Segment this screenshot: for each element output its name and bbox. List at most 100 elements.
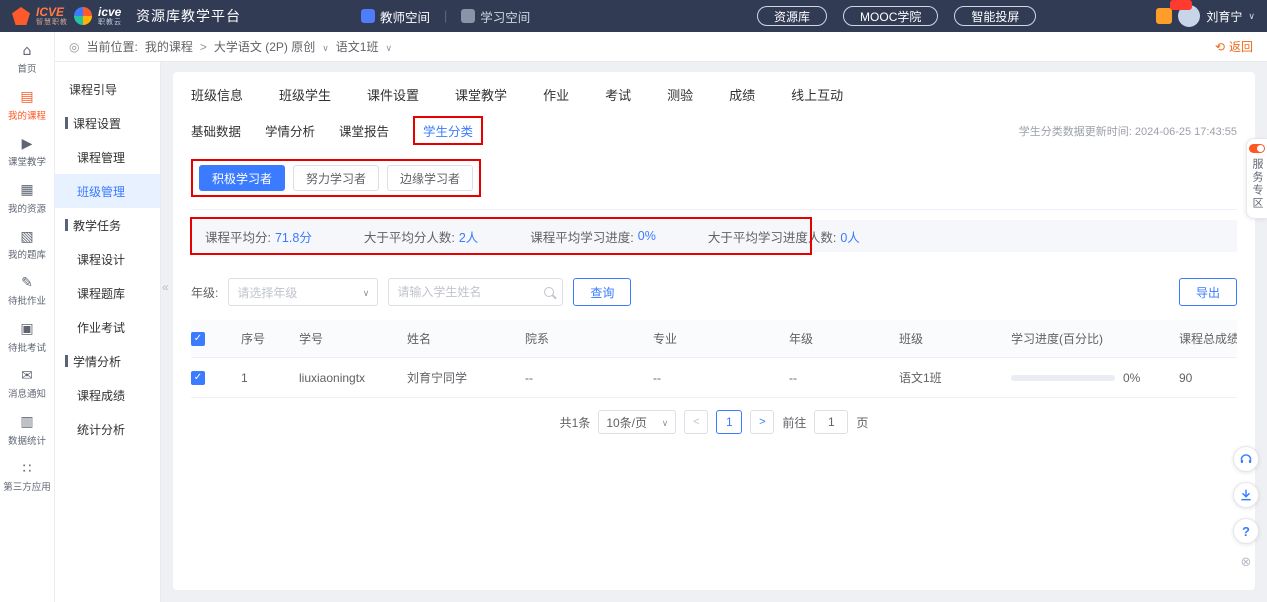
stat-above-progress-count: 大于平均学习进度人数: 0人: [708, 227, 860, 246]
column-header-name: 姓名: [407, 330, 525, 347]
avatar[interactable]: [1178, 5, 1200, 27]
column-header-student-no: 学号: [299, 330, 407, 347]
course-dropdown[interactable]: 大学语文 (2P) 原创: [214, 38, 315, 55]
tab-grades[interactable]: 成绩: [729, 85, 755, 104]
user-name: 刘育宁: [1206, 8, 1242, 25]
resource-library-button[interactable]: 资源库: [757, 6, 827, 26]
breadcrumb-my-courses[interactable]: 我的课程: [145, 38, 193, 55]
cell-seq: 1: [241, 371, 299, 385]
menu-section-learning-analysis: 学情分析: [55, 344, 160, 378]
row-checkbox[interactable]: [191, 371, 205, 385]
table-header-row: 序号 学号 姓名 院系 专业 年级 班级 学习进度(百分比) 课程总成绩: [191, 320, 1237, 358]
menu-section-course-settings: 课程设置: [55, 106, 160, 140]
logo[interactable]: ICVE 智慧职教 icve 职教云 资源库教学平台: [12, 6, 241, 27]
menu-item-statistical-analysis[interactable]: 统计分析: [55, 412, 160, 446]
select-all-checkbox[interactable]: [191, 332, 205, 346]
icon-sidebar: ⌂ 首页 ▤ 我的课程 ▶ 课堂教学 ▦ 我的资源 ▧ 我的题库 ✎ 待批作业 …: [0, 32, 55, 602]
back-button[interactable]: ⟲ 返回: [1215, 38, 1253, 55]
menu-item-homework-exam[interactable]: 作业考试: [55, 310, 160, 344]
teacher-space-label: 教师空间: [380, 7, 430, 26]
sidebar-label: 我的资源: [0, 201, 54, 215]
icve-logo-subtext: 智慧职教: [36, 19, 68, 27]
category-active-learners[interactable]: 积极学习者: [199, 165, 285, 191]
header-checkbox-cell: [191, 332, 241, 346]
stats-bar: 课程平均分: 71.8分 大于平均分人数: 2人 课程平均学习进度: 0%: [191, 220, 1237, 252]
sidebar-item-my-resources[interactable]: ▦ 我的资源: [0, 175, 54, 221]
menu-sidebar: 课程引导 课程设置 课程管理 班级管理 教学任务 课程设计 课程题库 作业考试 …: [55, 62, 161, 602]
menu-item-course-grades[interactable]: 课程成绩: [55, 378, 160, 412]
icve-logo-textblock: ICVE 智慧职教: [36, 6, 68, 27]
stat-above-average-count: 大于平均分人数: 2人: [364, 227, 478, 246]
toggle-switch-icon[interactable]: [1249, 144, 1265, 153]
sidebar-label: 课堂教学: [0, 154, 54, 168]
tab-quiz[interactable]: 测验: [667, 85, 693, 104]
search-button[interactable]: 查询: [573, 278, 631, 306]
menu-item-course-question-bank[interactable]: 课程题库: [55, 276, 160, 310]
page-size-select[interactable]: 10条/页: [598, 410, 676, 434]
subtab-student-category[interactable]: 学生分类: [423, 121, 473, 140]
download-float-button[interactable]: [1233, 482, 1259, 508]
sidebar-item-third-party-apps[interactable]: ∷ 第三方应用: [0, 454, 54, 500]
category-marginal-learners[interactable]: 边缘学习者: [387, 165, 473, 191]
export-button[interactable]: 导出: [1179, 278, 1237, 306]
sidebar-item-my-courses[interactable]: ▤ 我的课程: [0, 82, 54, 128]
student-name-input[interactable]: [397, 285, 538, 299]
subtab-basic-data[interactable]: 基础数据: [191, 121, 241, 140]
menu-item-course-design[interactable]: 课程设计: [55, 242, 160, 276]
annotation-box-student-category: 学生分类: [413, 116, 483, 145]
cell-student-no: liuxiaoningtx: [299, 371, 407, 385]
menu-item-course-management[interactable]: 课程管理: [55, 140, 160, 174]
sidebar-item-statistics[interactable]: ▥ 数据统计: [0, 407, 54, 453]
message-icon: ✉: [0, 369, 54, 384]
sidebar-label: 第三方应用: [0, 479, 54, 493]
service-float-button[interactable]: [1233, 446, 1259, 472]
chevron-down-icon[interactable]: [322, 40, 329, 54]
sidebar-item-pending-exams[interactable]: ▣ 待批考试: [0, 314, 54, 360]
icve-cloud-logo-text: icve: [98, 6, 122, 19]
tab-class-students[interactable]: 班级学生: [279, 85, 331, 104]
subtab-classroom-report[interactable]: 课堂报告: [339, 121, 389, 140]
sidebar-item-home[interactable]: ⌂ 首页: [0, 36, 54, 82]
collapse-float-button[interactable]: ⊗: [1241, 554, 1252, 570]
tab-online-interaction[interactable]: 线上互动: [791, 85, 843, 104]
tab-homework[interactable]: 作业: [543, 85, 569, 104]
nav-divider: |: [444, 9, 447, 23]
subtab-learning-analysis[interactable]: 学情分析: [265, 121, 315, 140]
exam-icon: ▣: [0, 322, 54, 337]
tab-class-info[interactable]: 班级信息: [191, 85, 243, 104]
tab-exam[interactable]: 考试: [605, 85, 631, 104]
search-icon[interactable]: [544, 287, 554, 297]
platform-title: 资源库教学平台: [136, 6, 241, 26]
close-circle-icon: ⊗: [1241, 554, 1252, 570]
page-1-button[interactable]: 1: [716, 410, 742, 434]
sidebar-item-question-bank[interactable]: ▧ 我的题库: [0, 222, 54, 268]
sidebar-item-classroom-teaching[interactable]: ▶ 课堂教学: [0, 129, 54, 175]
sidebar-collapse-handle[interactable]: «: [162, 280, 169, 294]
chevron-down-icon[interactable]: [385, 40, 392, 54]
back-icon: ⟲: [1215, 40, 1225, 54]
sidebar-item-pending-homework[interactable]: ✎ 待批作业: [0, 268, 54, 314]
prev-page-button[interactable]: <: [684, 410, 708, 434]
smart-screen-button[interactable]: 智能投屏: [954, 6, 1036, 26]
teacher-space-tab[interactable]: 教师空间: [361, 7, 430, 26]
user-area[interactable]: 刘育宁 ∨: [1156, 5, 1255, 27]
float-toolbar: ? ⊗: [1233, 446, 1259, 570]
category-hardworking-learners[interactable]: 努力学习者: [293, 165, 379, 191]
next-page-button[interactable]: >: [750, 410, 774, 434]
annotation-box-learner-categories: 积极学习者 努力学习者 边缘学习者: [191, 159, 481, 197]
menu-item-class-management[interactable]: 班级管理: [55, 174, 160, 208]
tab-courseware-settings[interactable]: 课件设置: [367, 85, 419, 104]
learning-space-tab[interactable]: 学习空间: [461, 7, 530, 26]
stats-icon: ▥: [0, 415, 54, 430]
gift-icon[interactable]: [1156, 8, 1172, 24]
goto-page-input[interactable]: [814, 410, 848, 434]
help-float-button[interactable]: ?: [1233, 518, 1259, 544]
mooc-college-button[interactable]: MOOC学院: [843, 6, 938, 26]
menu-item-course-guide[interactable]: 课程引导: [55, 72, 160, 106]
sidebar-item-notifications[interactable]: ✉ 消息通知: [0, 361, 54, 407]
grade-select[interactable]: 请选择年级: [228, 278, 378, 306]
side-service-tab[interactable]: 服务专区: [1246, 138, 1267, 219]
tab-classroom-teaching[interactable]: 课堂教学: [455, 85, 507, 104]
chevron-down-icon: ∨: [1248, 11, 1255, 22]
class-dropdown[interactable]: 语文1班: [336, 38, 379, 55]
